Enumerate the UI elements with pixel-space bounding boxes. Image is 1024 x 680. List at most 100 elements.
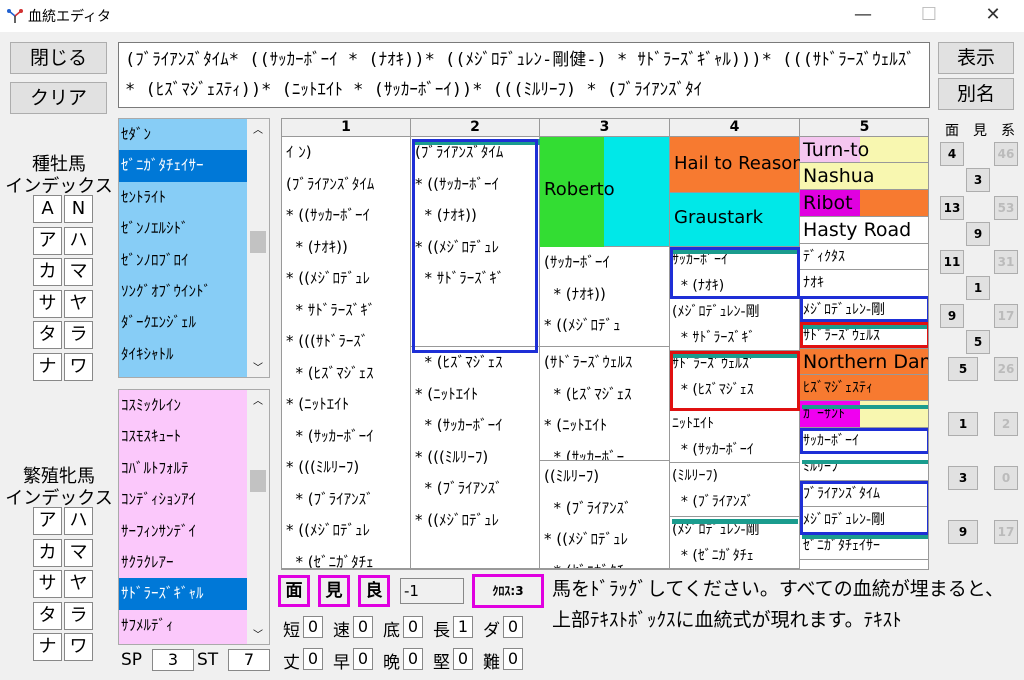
list-item[interactable]: ｻﾄﾞﾗｰｽﾞｷﾞｬﾙ bbox=[119, 578, 247, 610]
pedigree-cell[interactable]: (ｻｯｶｰﾎﾞｰｲ * (ﾅｵｷ)) * ((ﾒｼﾞﾛﾃﾞｭ bbox=[540, 247, 670, 347]
maximize-button[interactable]: ☐ bbox=[906, 0, 952, 32]
pedigree-cell-5th[interactable]: ﾃﾞｨｸﾀｽ bbox=[800, 244, 928, 270]
kana-button[interactable]: タ bbox=[33, 321, 62, 349]
kana-button[interactable]: タ bbox=[33, 601, 62, 630]
count-button[interactable]: 17 bbox=[994, 520, 1018, 544]
kana-button[interactable]: ア bbox=[33, 226, 62, 255]
kana-button[interactable]: マ bbox=[64, 538, 93, 567]
pedigree-cell[interactable]: (ﾐﾙﾘｰﾌ) * (ﾌﾞﾗｲｱﾝｽﾞ bbox=[670, 463, 800, 517]
pedigree-cell[interactable]: ﾆｯﾄｴｲﾄ * (ｻｯｶｰﾎﾞｰｲ bbox=[670, 411, 800, 463]
list-item[interactable]: ｾﾀﾞﾝ bbox=[119, 119, 247, 150]
scroll-thumb[interactable] bbox=[250, 470, 266, 492]
pedigree-cell[interactable]: (ﾒｼﾞﾛﾃﾞｭﾚﾝ-剛 * ｻﾄﾞﾗｰｽﾞｷﾞ bbox=[670, 299, 800, 351]
clear-button[interactable]: クリア bbox=[10, 82, 107, 114]
mode-tag[interactable]: 面 bbox=[278, 575, 310, 607]
count-button[interactable]: 1 bbox=[966, 276, 990, 300]
st-value[interactable]: 7 bbox=[228, 649, 270, 671]
kana-button[interactable]: A bbox=[33, 195, 62, 223]
stat-value[interactable]: 0 bbox=[503, 616, 523, 638]
kana-button[interactable]: ワ bbox=[64, 633, 93, 661]
pedigree-cell-5th[interactable]: ﾐﾙﾘｰﾌ bbox=[800, 454, 928, 481]
list-item[interactable]: ｾﾞﾝﾉﾛﾌﾞﾛｲ bbox=[119, 245, 247, 276]
mare-list[interactable]: ｺｽﾐｯｸﾚｲﾝ ｺｽﾓｽｷｭｰﾄ ｺﾊﾞﾙﾄﾌｫﾙﾃ ｺﾝﾃﾞｨｼｮﾝｱｲ ｻｰﾌｨﾝ… bbox=[118, 389, 270, 645]
list-item[interactable]: ｾﾞﾝﾉｴﾙｼﾄﾞ bbox=[119, 213, 247, 244]
pedigree-cell-5th[interactable]: Hasty Road bbox=[800, 217, 928, 244]
stat-value[interactable]: 0 bbox=[403, 616, 423, 638]
kana-button[interactable]: マ bbox=[64, 258, 93, 286]
count-button[interactable]: 46 bbox=[994, 142, 1018, 166]
stat-value[interactable]: 0 bbox=[353, 648, 373, 670]
list-item[interactable]: ｻｰﾌｨﾝｻﾝﾃﾞｲ bbox=[119, 516, 247, 547]
scroll-up-icon[interactable]: ︿ bbox=[251, 121, 265, 136]
kana-button[interactable]: ナ bbox=[33, 352, 62, 381]
kana-button[interactable]: ヤ bbox=[64, 570, 93, 598]
list-item[interactable]: ｾﾞﾆｶﾞﾀﾁｪｲｻｰ bbox=[119, 150, 247, 182]
close-button[interactable]: 閉じる bbox=[10, 42, 107, 74]
list-item[interactable]: ｺﾝﾃﾞｨｼｮﾝｱｲ bbox=[119, 484, 247, 515]
count-button[interactable]: 0 bbox=[994, 466, 1018, 490]
pedigree-cell-5th[interactable]: ﾅｵｷ bbox=[800, 270, 928, 297]
hail-to-reason-cell[interactable]: Hail to Reason bbox=[670, 137, 804, 193]
stat-value[interactable]: 0 bbox=[353, 616, 373, 638]
kana-button[interactable]: ヤ bbox=[64, 289, 93, 318]
count-button[interactable]: 3 bbox=[966, 168, 990, 192]
count-button[interactable]: 9 bbox=[966, 222, 990, 246]
list-item[interactable]: ｻﾌﾒﾙﾃﾞｨ bbox=[119, 610, 247, 641]
kana-button[interactable]: ア bbox=[33, 507, 62, 535]
pedigree-cell-col2-bottom[interactable]: * (ﾋｽﾞﾏｼﾞｪｽ * (ﾆｯﾄｴｲﾄ * (ｻｯｶｰﾎﾞｰｲ * (((ﾐﾙﾘ… bbox=[411, 347, 540, 569]
stat-value[interactable]: 1 bbox=[453, 616, 473, 638]
stallion-scrollbar[interactable]: ︿ ﹀ bbox=[247, 119, 269, 377]
scroll-thumb[interactable] bbox=[250, 231, 266, 253]
kana-button[interactable]: サ bbox=[33, 289, 62, 318]
count-button[interactable]: 5 bbox=[966, 330, 990, 354]
list-item[interactable]: ﾀﾞｰｸｴﾝｼﾞｪﾙ bbox=[119, 307, 247, 338]
scroll-up-icon[interactable]: ︿ bbox=[251, 392, 265, 407]
kana-button[interactable]: ラ bbox=[64, 321, 93, 349]
count-button[interactable]: 4 bbox=[940, 142, 964, 166]
graustark-cell[interactable]: Graustark bbox=[670, 193, 800, 247]
pedigree-cell[interactable]: (ｻﾄﾞﾗｰｽﾞｳｪﾙｽ * (ﾋｽﾞﾏｼﾞｪｽ * (ﾆｯﾄｴｲﾄ * (ｻｯｶ… bbox=[540, 347, 670, 461]
stat-value[interactable]: 0 bbox=[303, 648, 323, 670]
kana-button[interactable]: カ bbox=[33, 538, 62, 567]
stat-value[interactable]: 0 bbox=[403, 648, 423, 670]
count-button[interactable]: 31 bbox=[994, 250, 1018, 274]
pedigree-cell-sire[interactable]: ｲ ﾝ) (ﾌﾞﾗｲｱﾝｽﾞﾀｲﾑ * ((ｻｯｶｰﾎﾞｰｲ * (ﾅｵｷ)) * (… bbox=[282, 137, 411, 569]
stallion-list[interactable]: ｾﾀﾞﾝ ｾﾞﾆｶﾞﾀﾁｪｲｻｰ ｾﾝﾄﾗｲﾄ ｾﾞﾝﾉｴﾙｼﾄﾞ ｾﾞﾝﾉﾛﾌﾞﾛｲｿ… bbox=[118, 118, 270, 378]
kana-button[interactable]: ワ bbox=[64, 352, 93, 381]
display-button[interactable]: 表示 bbox=[938, 42, 1014, 74]
mode-tag[interactable]: 見 bbox=[318, 575, 350, 607]
pedigree-cell-5th[interactable]: Ribot bbox=[800, 190, 928, 217]
stat-value[interactable]: 0 bbox=[303, 616, 323, 638]
count-button[interactable]: 3 bbox=[948, 466, 978, 490]
pedigree-formula-textbox[interactable]: (ﾌﾞﾗｲｱﾝｽﾞﾀｲﾑ* ((ｻｯｶｰﾎﾞｰｲ * (ﾅｵｷ))* ((ﾒｼﾞ… bbox=[118, 42, 930, 108]
stat-value[interactable]: 0 bbox=[453, 648, 473, 670]
count-button[interactable]: 2 bbox=[994, 412, 1018, 436]
pedigree-cell-5th[interactable]: Northern Dancer bbox=[800, 349, 928, 375]
list-item[interactable]: ｺﾊﾞﾙﾄﾌｫﾙﾃ bbox=[119, 453, 247, 484]
count-button[interactable]: 1 bbox=[948, 412, 978, 436]
mode-tag[interactable]: 良 bbox=[358, 575, 390, 607]
list-item[interactable]: ｺｽﾐｯｸﾚｲﾝ bbox=[119, 390, 247, 421]
pedigree-cell[interactable]: (ﾒｼﾞﾛﾃﾞｭﾚﾝ-剛 * (ｾﾞﾆｶﾞﾀﾁｪ bbox=[670, 517, 800, 569]
count-button[interactable]: 9 bbox=[948, 520, 978, 544]
list-item[interactable]: ｿﾝｸﾞｵﾌﾞｳｲﾝﾄﾞ bbox=[119, 276, 247, 307]
scroll-down-icon[interactable]: ﹀ bbox=[251, 359, 265, 374]
roberto-cell[interactable]: Roberto bbox=[540, 137, 670, 247]
close-window-button[interactable]: ✕ bbox=[970, 0, 1016, 32]
kana-button[interactable]: ラ bbox=[64, 601, 93, 630]
kana-button[interactable]: ナ bbox=[33, 633, 62, 661]
count-button[interactable]: 13 bbox=[940, 196, 964, 220]
value-field[interactable]: -1 bbox=[400, 578, 464, 604]
list-item[interactable]: ｻｸﾗｸﾚｱｰ bbox=[119, 547, 247, 578]
kana-button[interactable]: N bbox=[64, 195, 93, 223]
list-item[interactable]: ｾﾝﾄﾗｲﾄ bbox=[119, 182, 247, 213]
pedigree-cell-5th[interactable]: Turn-to bbox=[800, 137, 928, 163]
mare-scrollbar[interactable]: ︿ ﹀ bbox=[247, 390, 269, 644]
count-button[interactable]: 17 bbox=[994, 304, 1018, 328]
count-button[interactable]: 5 bbox=[948, 357, 978, 381]
count-button[interactable]: 9 bbox=[940, 304, 964, 328]
count-button[interactable]: 53 bbox=[994, 196, 1018, 220]
list-item[interactable]: ｺｽﾓｽｷｭｰﾄ bbox=[119, 421, 247, 452]
pedigree-cell-5th[interactable]: Nashua bbox=[800, 163, 928, 190]
sp-value[interactable]: 3 bbox=[152, 649, 194, 671]
